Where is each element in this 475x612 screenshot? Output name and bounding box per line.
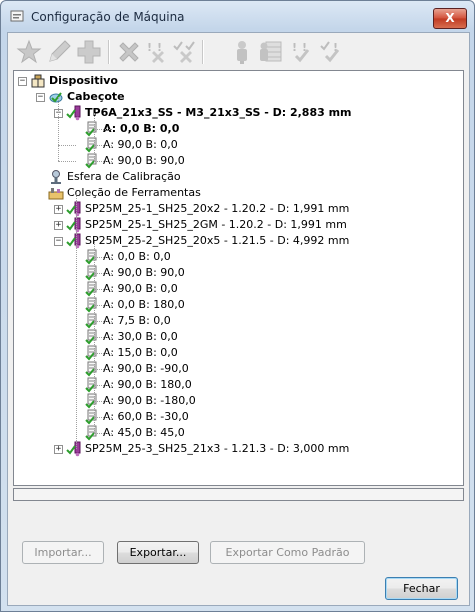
tree-tip[interactable]: A: 45,0 B: 45,0 [14,425,454,441]
tree-tool-label: SP25M_25-1_SH25_2GM - 1.20.2 - D: 1,991 … [85,218,347,231]
probe-icon [66,217,81,233]
clear-flags-button[interactable]: ! ! [142,37,172,67]
delete-x-icon [119,42,139,62]
collapse-icon[interactable]: − [36,93,45,102]
tree-tool[interactable]: + SP25M_25-3_SH25_21x3 - 1.21.3 - D: 3,00… [14,441,454,457]
star-icon [16,39,42,64]
toolbox-icon [48,188,64,200]
tree-tool-label: SP25M_25-3_SH25_21x3 - 1.21.3 - D: 3,000… [85,442,350,455]
probe-icon [66,201,81,217]
collapse-icon[interactable]: − [18,77,27,86]
tree-tip-label: A: 0,0 B: 0,0 [103,122,180,135]
table-probe-icon [260,41,282,62]
tree-tip[interactable]: A: 0,0 B: 0,0 [14,249,454,265]
expand-icon[interactable]: + [54,221,63,230]
check-clear-button[interactable] [170,37,200,67]
tree-tip-label: A: 90,0 B: -180,0 [103,394,196,407]
tree-tip[interactable]: A: 90,0 B: 0,0 [14,137,454,153]
new-star-button[interactable] [14,37,44,67]
collapse-icon[interactable]: − [54,237,63,246]
tree-tip[interactable]: A: 30,0 B: 0,0 [14,329,454,345]
window-title: Configuração de Máquina [31,10,185,24]
export-default-button[interactable]: Exportar Como Padrão [210,541,365,564]
probe-table-button[interactable] [255,37,285,67]
tree-tip-label: A: 60,0 B: -30,0 [103,410,189,423]
tree-tip-label: A: 7,5 B: 0,0 [103,314,171,327]
tree-tip-label: A: 90,0 B: 0,0 [103,282,178,295]
tree-tip[interactable]: A: 15,0 B: 0,0 [14,345,454,361]
tree-tip[interactable]: A: 90,0 B: 90,0 [14,265,454,281]
tree-tip-label: A: 90,0 B: 0,0 [103,138,178,151]
tree-head-probe[interactable]: − TP6A_21x3_SS - M3_21x3_SS - D: 2,883 mm [14,105,454,121]
tree-calibration-sphere-label: Esfera de Calibração [67,170,181,183]
edit-button[interactable] [44,37,74,67]
import-button[interactable]: Importar... [22,541,104,564]
device-tree[interactable]: − Dispositivo − Cabeçote − TP6A_21x3_SS - M3_… [13,70,464,486]
tree-tip-label: A: 45,0 B: 45,0 [103,426,185,439]
x-marks-icon: ! ! [147,41,164,63]
check-x-icon [173,41,195,63]
toolbar: ! ! ! ! ! [12,36,464,70]
expand-icon[interactable]: + [54,445,63,454]
tree-tip[interactable]: A: 60,0 B: -30,0 [14,409,454,425]
sphere-icon [51,170,61,184]
tree-tool[interactable]: + SP25M_25-1_SH25_20x2 - 1.20.2 - D: 1,99… [14,201,454,217]
probe-icon [66,441,81,457]
tree-tool-label: SP25M_25-2_SH25_20x5 - 1.21.5 - D: 4,992… [85,234,350,247]
tree-tool[interactable]: + SP25M_25-1_SH25_2GM - 1.20.2 - D: 1,991… [14,217,454,233]
dialog-body: ! ! ! ! ! − Dispositivo − Cabeçote − TP6… [7,32,470,606]
tree-tip[interactable]: A: 90,0 B: -180,0 [14,393,454,409]
tree-tip-label: A: 90,0 B: 180,0 [103,378,192,391]
tree-head-probe-label: TP6A_21x3_SS - M3_21x3_SS - D: 2,883 mm [85,106,352,119]
double-check-button[interactable]: ! [317,37,347,67]
window-close-button[interactable]: X [433,8,467,29]
delete-button[interactable] [114,37,144,67]
probe-button[interactable] [227,37,257,67]
pencil-icon [49,40,71,62]
settings-window-icon [10,10,24,22]
tree-tip[interactable]: A: 90,0 B: -90,0 [14,361,454,377]
tree-tip-label: A: 90,0 B: 90,0 [103,154,185,167]
tree-tip[interactable]: A: 0,0 B: 180,0 [14,297,454,313]
close-button[interactable]: Fechar [385,577,458,600]
tree-tip[interactable]: A: 7,5 B: 0,0 [14,313,454,329]
expand-icon[interactable]: + [54,205,63,214]
tree-head-label: Cabeçote [67,90,125,103]
tree-head[interactable]: − Cabeçote [14,89,454,105]
tree-tool[interactable]: − SP25M_25-2_SH25_20x5 - 1.21.5 - D: 4,99… [14,233,454,249]
probe-icon [66,233,81,249]
check-check-icon: ! [320,41,340,63]
machine-config-window: Configuração de Máquina X ! ! ! ! ! − Di… [0,0,475,612]
tree-tool-collection-label: Coleção de Ferramentas [67,186,201,199]
head-check-icon [49,92,63,103]
tree-tool-collection[interactable]: Coleção de Ferramentas [14,185,454,201]
tree-root-device[interactable]: − Dispositivo [14,73,454,89]
probe-icon [237,41,247,64]
probe-icon [66,105,81,121]
tree-tip-label: A: 0,0 B: 180,0 [103,298,185,311]
tree-tip-label: A: 0,0 B: 0,0 [103,250,171,263]
tree-tip-label: A: 90,0 B: 90,0 [103,266,185,279]
tree-tip-label: A: 30,0 B: 0,0 [103,330,178,343]
flag-check-button[interactable]: ! ! [287,37,317,67]
tree-tool-label: SP25M_25-1_SH25_20x2 - 1.20.2 - D: 1,991… [85,202,350,215]
tree-tip[interactable]: A: 90,0 B: 180,0 [14,377,454,393]
tree-tip-label: A: 90,0 B: -90,0 [103,362,189,375]
svg-text:!: ! [292,41,297,54]
tree-root-device-label: Dispositivo [49,74,118,87]
tree-tip[interactable]: A: 90,0 B: 0,0 [14,281,454,297]
svg-text:!: ! [147,41,152,54]
export-button[interactable]: Exportar... [117,541,199,564]
horizontal-scrollbar[interactable] [13,488,464,501]
tree-calibration-sphere[interactable]: Esfera de Calibração [14,169,454,185]
tree-tip[interactable]: A: 0,0 B: 0,0 [14,121,454,137]
tree-tip[interactable]: A: 90,0 B: 90,0 [14,153,454,169]
plus-icon [77,40,101,64]
exclaim-check-icon: ! ! [292,41,310,63]
device-icon [31,74,45,88]
tree-tip-label: A: 15,0 B: 0,0 [103,346,178,359]
title-bar[interactable]: Configuração de Máquina X [1,1,474,31]
add-button[interactable] [74,37,104,67]
